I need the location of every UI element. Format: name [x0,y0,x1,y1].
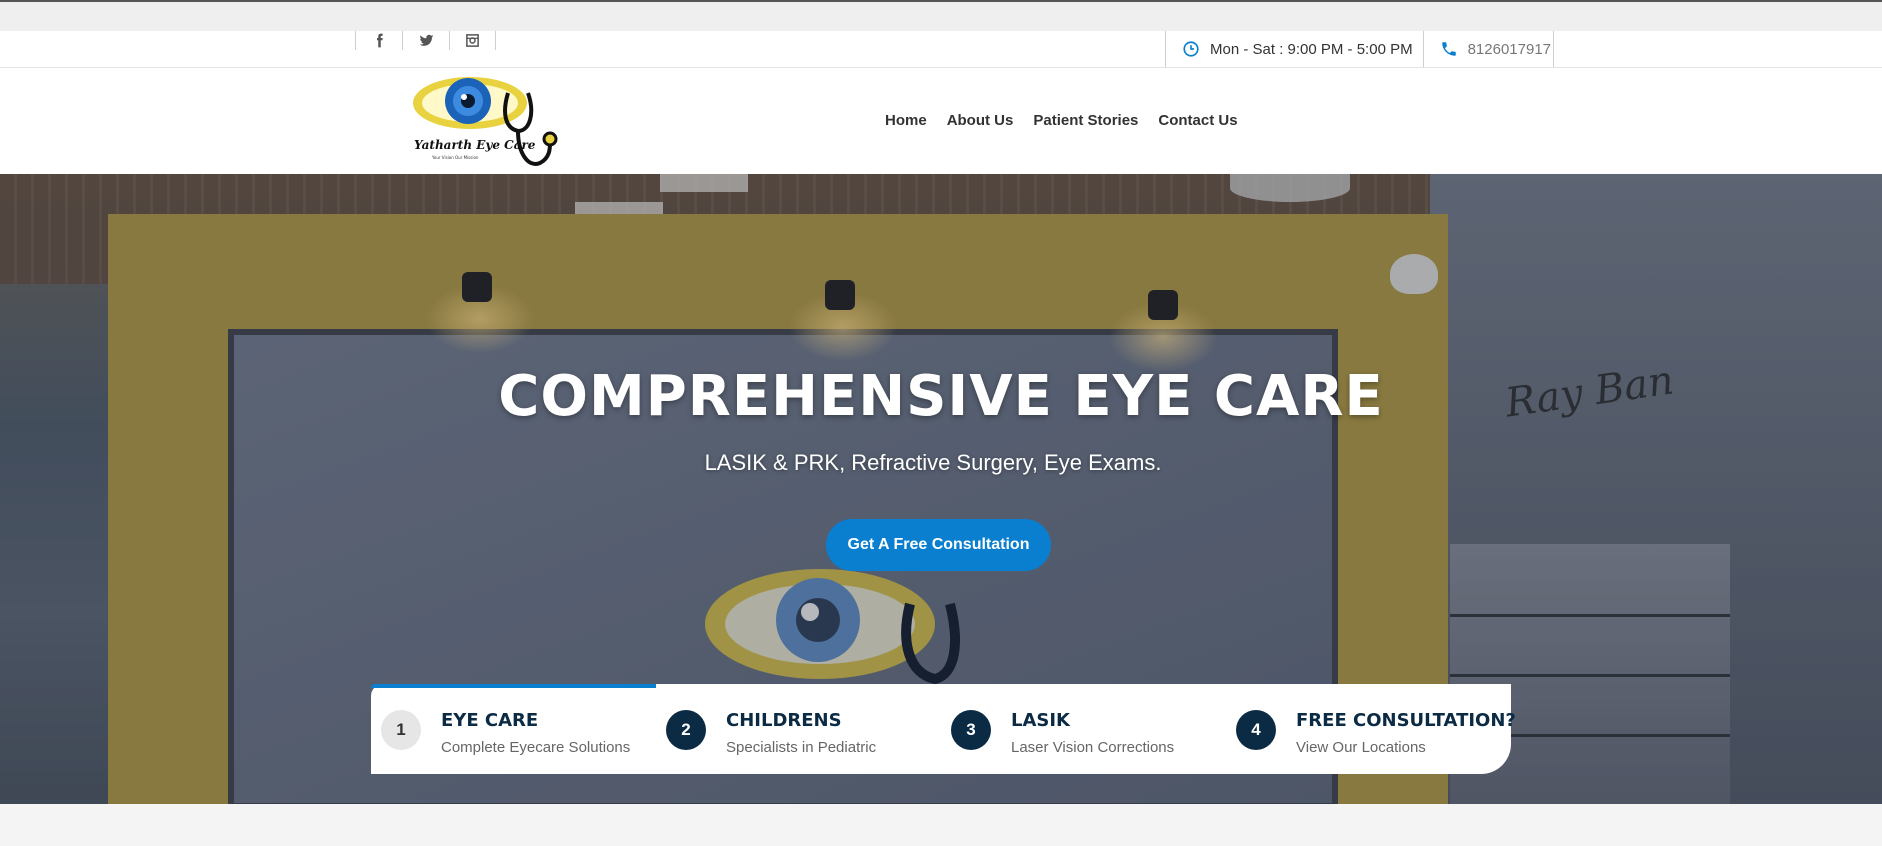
feature-lasik[interactable]: 3 LASIK Laser Vision Corrections [941,684,1226,774]
topbar: Mon - Sat : 9:00 PM - 5:00 PM 8126017917 [0,31,1882,68]
clock-icon [1183,41,1199,57]
logo-brand-text: Yatharth Eye Care [414,138,536,152]
phone-contact[interactable]: 8126017917 [1422,31,1555,67]
facebook-link[interactable] [355,31,402,50]
nav-about-us[interactable]: About Us [947,112,1014,129]
instagram-icon [466,34,479,47]
page-content-start [0,804,1882,846]
social-links [355,31,496,50]
browser-strip [0,0,1882,31]
feature-number: 2 [666,710,706,750]
twitter-icon [419,34,433,46]
phone-text: 8126017917 [1467,40,1552,58]
phone-icon [1441,42,1456,56]
main-nav: Home About Us Patient Stories Contact Us [885,112,1238,129]
feature-childrens[interactable]: 2 CHILDRENS Specialists in Pediatric [656,684,941,774]
feature-title: LASIK [1011,710,1071,731]
feature-title: FREE CONSULTATION? [1296,710,1516,731]
facebook-icon [376,33,383,48]
feature-free-consultation[interactable]: 4 FREE CONSULTATION? View Our Locations [1226,684,1516,774]
feature-number: 4 [1236,710,1276,750]
feature-subtitle: View Our Locations [1296,739,1426,756]
feature-number: 3 [951,710,991,750]
feature-eye-care[interactable]: 1 EYE CARE Complete Eyecare Solutions [371,684,656,774]
logo[interactable]: Yatharth Eye Care Your Vision Our Missio… [410,73,565,173]
site-header: Yatharth Eye Care Your Vision Our Missio… [0,68,1882,174]
nav-patient-stories[interactable]: Patient Stories [1033,112,1138,129]
nav-home[interactable]: Home [885,112,927,129]
feature-subtitle: Specialists in Pediatric [726,739,877,756]
feature-title: CHILDRENS [726,710,842,731]
hours-text: Mon - Sat : 9:00 PM - 5:00 PM [1210,40,1413,58]
business-hours: Mon - Sat : 9:00 PM - 5:00 PM [1165,31,1423,67]
instagram-link[interactable] [449,31,496,50]
feature-title: EYE CARE [441,710,539,731]
hero-title: COMPREHENSIVE EYE CARE [498,364,1384,429]
logo-tagline: Your Vision Our Mission [431,155,479,160]
free-consultation-button[interactable]: Get A Free Consultation [826,519,1051,571]
feature-number: 1 [381,710,421,750]
feature-tabs: 1 EYE CARE Complete Eyecare Solutions 2 … [371,684,1516,774]
twitter-link[interactable] [402,31,449,50]
nav-contact-us[interactable]: Contact Us [1158,112,1237,129]
contact-info: Mon - Sat : 9:00 PM - 5:00 PM 8126017917 [1165,31,1555,68]
feature-subtitle: Laser Vision Corrections [1011,739,1175,756]
feature-subtitle: Complete Eyecare Solutions [441,739,631,756]
hero-subtitle: LASIK & PRK, Refractive Surgery, Eye Exa… [704,450,1162,475]
